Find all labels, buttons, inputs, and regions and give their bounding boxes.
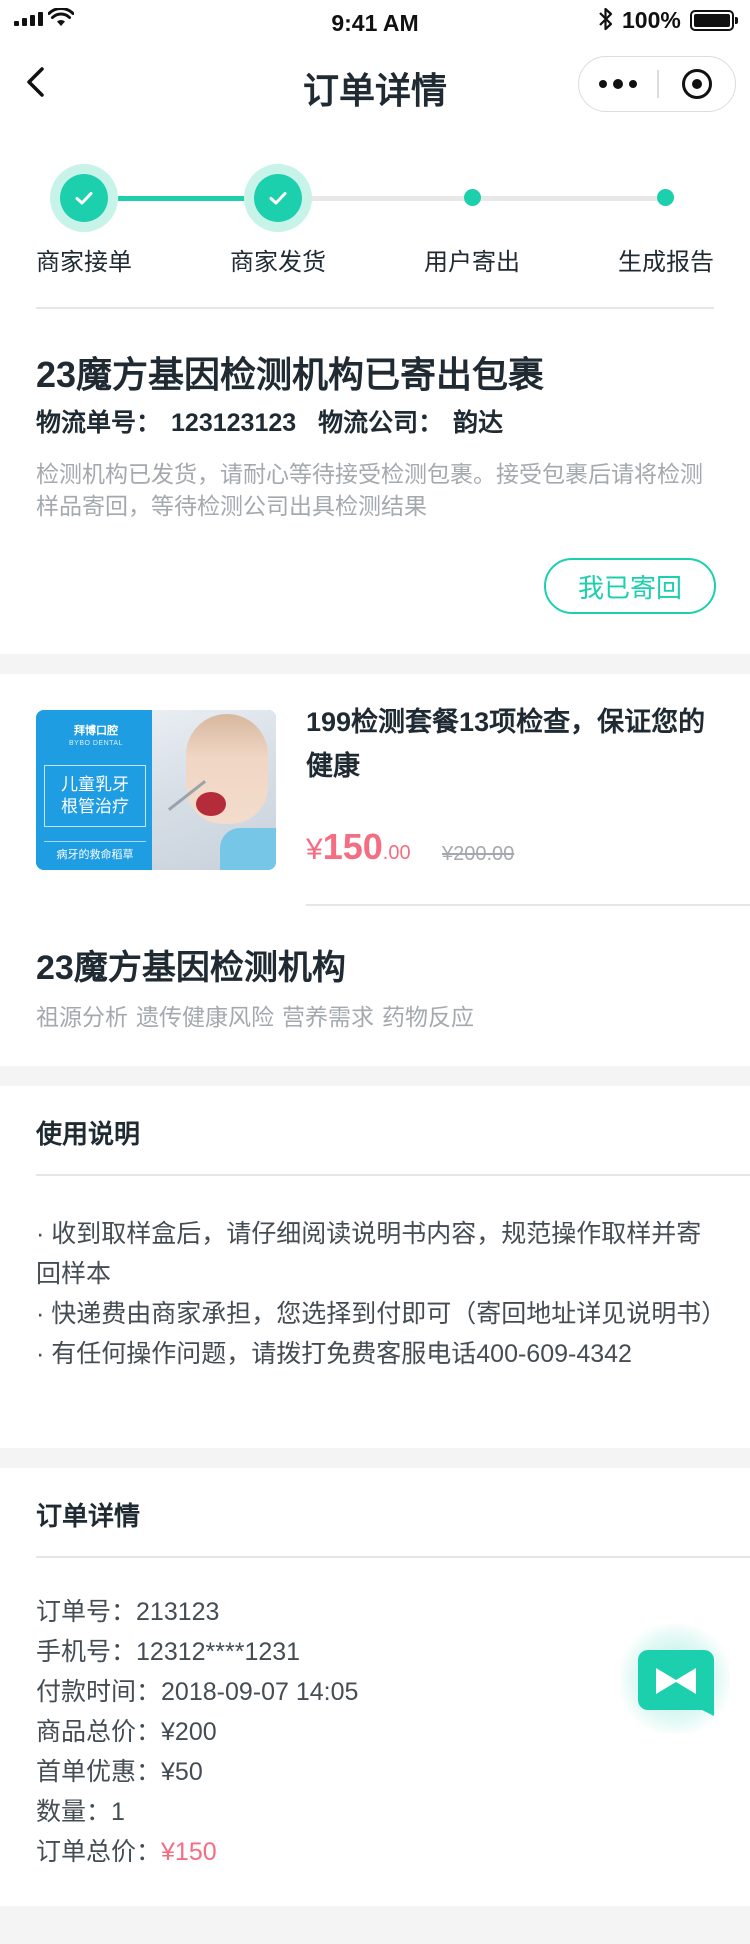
step-label-report: 生成报告	[618, 249, 714, 276]
org-tags: 祖源分析 遗传健康风险 营养需求 药物反应	[36, 998, 482, 1032]
org-tag: 营养需求	[282, 1004, 374, 1030]
nav-bar: 订单详情	[0, 44, 750, 124]
chevron-left-icon[interactable]	[14, 60, 58, 104]
more-dots-icon[interactable]	[579, 57, 657, 110]
step-pending-dot	[657, 189, 674, 206]
divider	[36, 1556, 750, 1558]
mini-program-capsule	[578, 56, 736, 112]
tracking-label: 物流单号：	[36, 409, 162, 437]
usage-item: · 收到取样盒后，请仔细阅读说明书内容，规范操作取样并寄回样本	[36, 1220, 702, 1288]
product-price: ¥150.00	[306, 826, 411, 867]
target-close-icon[interactable]	[659, 57, 735, 110]
step-pending-dot	[464, 189, 481, 206]
status-bar: 9:41 AM 100%	[0, 0, 750, 44]
check-icon	[269, 192, 287, 205]
glove-image	[220, 828, 276, 870]
thumbnail-footer: 病牙的救命稻草	[44, 841, 146, 862]
org-tag: 遗传健康风险	[136, 1004, 274, 1030]
order-row-phone: 手机号：12312****1231	[36, 1638, 301, 1666]
tracking-number: 123123123	[171, 409, 297, 437]
order-row-order-no: 订单号：213123	[36, 1598, 220, 1626]
progress-line-pending	[310, 196, 666, 201]
usage-title: 使用说明	[36, 1119, 141, 1149]
step-label-user-send: 用户寄出	[424, 249, 520, 276]
shipment-title: 23魔方基因检测机构已寄出包裹	[36, 354, 545, 395]
sent-back-button[interactable]: 我已寄回	[544, 558, 716, 614]
logistics-company: 韵达	[453, 409, 504, 437]
order-row-total: 订单总价：¥150	[36, 1838, 217, 1866]
company-label: 物流公司：	[318, 409, 444, 437]
order-row-subtotal: 商品总价：¥200	[36, 1718, 217, 1746]
usage-item: · 快递费由商家承担，您选择到付即可（寄回地址详见说明书）	[36, 1300, 727, 1328]
step-label-merchant-accept: 商家接单	[36, 249, 132, 276]
battery-percent: 100%	[622, 7, 681, 33]
check-icon	[75, 192, 93, 205]
logistics-info: 物流单号： 123123123 物流公司： 韵达	[36, 403, 513, 439]
open-mouth-image	[196, 792, 226, 816]
product-name[interactable]: 199检测套餐13项检查，保证您的健康	[306, 700, 706, 788]
step-done-marker	[50, 164, 118, 232]
original-price: ¥200.00	[442, 843, 515, 865]
shipment-description: 检测机构已发货，请耐心等待接受检测包裹。接受包裹后请将检测样品寄回，等待检测公司…	[36, 461, 703, 519]
thumbnail-caption: 儿童乳牙 根管治疗	[44, 765, 146, 827]
divider	[306, 904, 750, 906]
org-name: 23魔方基因检测机构	[36, 949, 346, 987]
bluetooth-icon	[599, 7, 613, 31]
org-tag: 药物反应	[382, 1004, 474, 1030]
progress-line-done	[118, 196, 258, 201]
thumbnail-brand: 拜博口腔 BYBO DENTAL	[69, 725, 123, 747]
order-details-list: 订单号：213123 手机号：12312****1231 付款时间：2018-0…	[36, 1592, 358, 1872]
order-row-quantity: 数量：1	[36, 1798, 125, 1826]
order-row-pay-time: 付款时间：2018-09-07 14:05	[36, 1678, 359, 1706]
customer-service-icon[interactable]	[638, 1650, 714, 1726]
divider	[36, 307, 714, 309]
divider	[36, 1174, 750, 1176]
battery-icon	[690, 10, 738, 31]
order-title: 订单详情	[36, 1501, 141, 1531]
step-done-marker	[244, 164, 312, 232]
order-row-discount: 首单优惠：¥50	[36, 1758, 203, 1786]
usage-list: · 收到取样盒后，请仔细阅读说明书内容，规范操作取样并寄回样本 · 快递费由商家…	[36, 1214, 726, 1374]
product-thumbnail[interactable]: 拜博口腔 BYBO DENTAL 儿童乳牙 根管治疗 病牙的救命稻草	[36, 710, 276, 870]
step-label-merchant-ship: 商家发货	[230, 249, 326, 276]
usage-item: · 有任何操作问题，请拨打免费客服电话400-609-4342	[36, 1340, 632, 1368]
org-tag: 祖源分析	[36, 1004, 128, 1030]
